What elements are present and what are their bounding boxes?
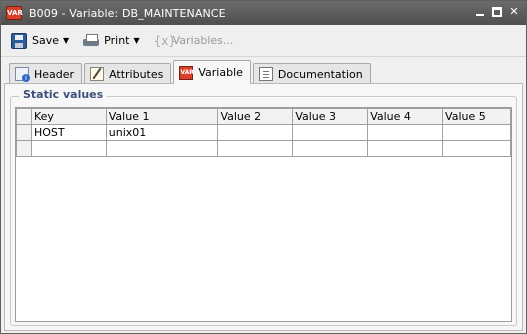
table-cell[interactable] (367, 140, 444, 157)
row-header[interactable] (16, 124, 32, 141)
variable-editor-window: VAR B009 - Variable: DB_MAINTENANCE ✕ Sa… (0, 0, 527, 334)
attributes-icon (90, 67, 105, 81)
close-button[interactable]: ✕ (508, 6, 520, 18)
tab-attributes-label: Attributes (109, 67, 164, 81)
table-cell[interactable] (442, 124, 511, 141)
tab-header-label: Header (34, 67, 75, 81)
table-cell[interactable] (442, 140, 511, 157)
tab-attributes[interactable]: Attributes (84, 63, 172, 84)
column-header-value-4[interactable]: Value 4 (367, 108, 444, 125)
column-header-value-2[interactable]: Value 2 (217, 108, 294, 125)
table-cell[interactable] (105, 140, 219, 157)
print-icon (83, 33, 100, 48)
tab-header[interactable]: Header (9, 63, 83, 84)
variables-icon: {x} (153, 33, 177, 48)
grid-header-row: Key Value 1 Value 2 Value 3 Value 4 Valu… (16, 108, 511, 125)
title-bar[interactable]: VAR B009 - Variable: DB_MAINTENANCE ✕ (1, 1, 526, 25)
header-icon (15, 67, 30, 82)
minimize-button[interactable] (474, 6, 486, 18)
table-cell[interactable] (292, 124, 369, 141)
save-label: Save (32, 34, 60, 47)
print-button[interactable]: Print ▼ (83, 33, 143, 48)
table-cell[interactable] (30, 140, 107, 157)
variable-tab-panel: Static values Key Value 1 Value 2 Value … (4, 83, 523, 331)
print-dropdown-icon[interactable]: ▼ (133, 36, 139, 45)
variable-icon: VAR (6, 6, 23, 20)
tab-variable[interactable]: VAR Variable (173, 60, 251, 84)
tab-documentation-label: Documentation (277, 67, 363, 81)
row-header[interactable] (16, 140, 32, 157)
window-title: B009 - Variable: DB_MAINTENANCE (29, 6, 226, 20)
table-cell[interactable] (217, 140, 294, 157)
table-row: HOST unix01 (16, 124, 511, 141)
table-cell[interactable] (292, 140, 369, 157)
table-cell[interactable] (217, 124, 294, 141)
corner-cell[interactable] (16, 108, 32, 125)
variables-label: Variables... (172, 34, 234, 47)
table-cell[interactable] (367, 124, 444, 141)
save-dropdown-icon[interactable]: ▼ (63, 36, 69, 45)
save-button[interactable]: Save ▼ (11, 32, 73, 49)
column-header-value-3[interactable]: Value 3 (292, 108, 369, 125)
tab-variable-label: Variable (198, 66, 243, 79)
column-header-key[interactable]: Key (30, 108, 107, 125)
maximize-button[interactable] (492, 7, 502, 17)
documentation-icon (258, 67, 273, 81)
static-values-grid[interactable]: Key Value 1 Value 2 Value 3 Value 4 Valu… (15, 107, 512, 322)
column-header-value-1[interactable]: Value 1 (105, 108, 219, 125)
tab-strip: Header Attributes VAR Variable Documenta… (9, 60, 373, 84)
column-header-value-5[interactable]: Value 5 (442, 108, 511, 125)
static-values-group: Static values Key Value 1 Value 2 Value … (10, 88, 517, 326)
tab-documentation[interactable]: Documentation (252, 63, 371, 84)
toolbar: Save ▼ Print ▼ {x} Variables... (1, 25, 526, 57)
save-icon (11, 32, 27, 49)
variables-button[interactable]: {x} Variables... (154, 34, 234, 48)
table-row (16, 140, 511, 157)
table-cell[interactable]: unix01 (105, 124, 219, 141)
table-cell[interactable]: HOST (30, 124, 107, 141)
print-label: Print (104, 34, 130, 47)
variable-icon: VAR (179, 65, 194, 80)
static-values-title: Static values (19, 88, 108, 101)
